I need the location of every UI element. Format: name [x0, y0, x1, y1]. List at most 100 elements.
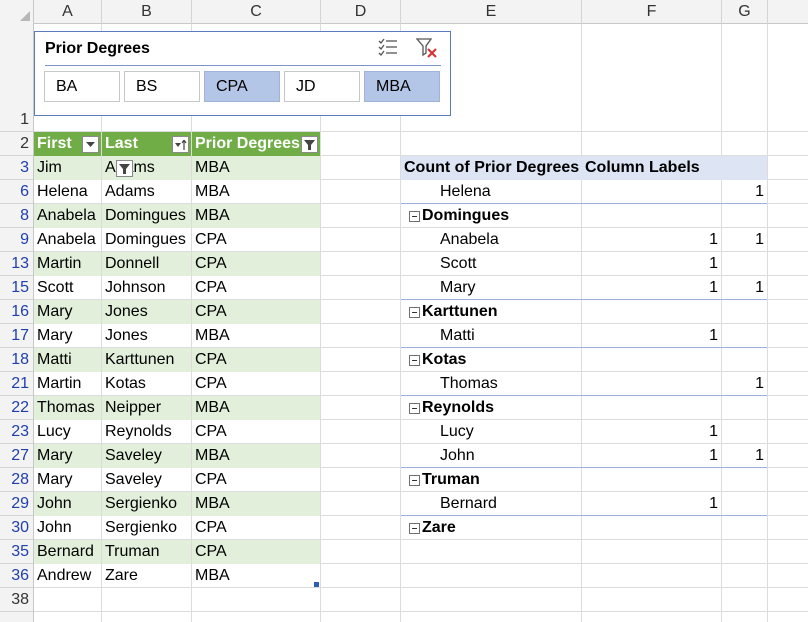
- table-cell[interactable]: MBA: [192, 444, 320, 468]
- pivot-value-g[interactable]: 1: [722, 228, 764, 252]
- row-header-8[interactable]: 8: [0, 204, 33, 228]
- pivot-value-g[interactable]: [722, 348, 764, 372]
- table-cell[interactable]: MBA: [192, 204, 320, 228]
- pivot-value-g[interactable]: [722, 324, 764, 348]
- collapse-icon[interactable]: [409, 523, 420, 534]
- table-cell[interactable]: Mary: [34, 300, 101, 324]
- table-cell[interactable]: Jones: [102, 324, 191, 348]
- row-header-3[interactable]: 3: [0, 156, 33, 180]
- pivot-item-label[interactable]: Thomas: [440, 372, 580, 396]
- row-header-36[interactable]: 36: [0, 564, 33, 588]
- table-cell[interactable]: Karttunen: [102, 348, 191, 372]
- pivot-value-g[interactable]: [722, 252, 764, 276]
- pivot-value-f[interactable]: [582, 396, 718, 420]
- pivot-value-f[interactable]: 1: [582, 252, 718, 276]
- table-cell[interactable]: Martin: [34, 372, 101, 396]
- pivot-item-label[interactable]: Bernard: [440, 492, 580, 516]
- table-cell[interactable]: Helena: [34, 180, 101, 204]
- collapse-icon[interactable]: [409, 211, 420, 222]
- row-header-17[interactable]: 17: [0, 324, 33, 348]
- row-header-15[interactable]: 15: [0, 276, 33, 300]
- row-header-21[interactable]: 21: [0, 372, 33, 396]
- pivot-value-g[interactable]: [722, 420, 764, 444]
- pivot-value-g[interactable]: [722, 492, 764, 516]
- table-cell[interactable]: MBA: [192, 324, 320, 348]
- row-header-35[interactable]: 35: [0, 540, 33, 564]
- table-cell[interactable]: Zare: [102, 564, 191, 588]
- pivot-value-f[interactable]: 1: [582, 276, 718, 300]
- table-header-last[interactable]: Last: [102, 132, 191, 156]
- table-cell[interactable]: CPA: [192, 300, 320, 324]
- multi-select-icon[interactable]: [378, 38, 398, 61]
- table-cell[interactable]: Saveley: [102, 444, 191, 468]
- filter-applied-icon[interactable]: [301, 136, 318, 153]
- table-cell[interactable]: Truman: [102, 540, 191, 564]
- collapse-icon[interactable]: [409, 475, 420, 486]
- table-cell[interactable]: MBA: [192, 564, 320, 588]
- pivot-value-f[interactable]: 1: [582, 420, 718, 444]
- column-header-c[interactable]: C: [192, 0, 321, 24]
- table-cell[interactable]: MBA: [192, 492, 320, 516]
- slicer-item-bs[interactable]: BS: [124, 71, 200, 102]
- pivot-value-g[interactable]: 1: [722, 180, 764, 204]
- pivot-item-label[interactable]: Lucy: [440, 420, 580, 444]
- table-cell[interactable]: Johnson: [102, 276, 191, 300]
- table-cell[interactable]: Scott: [34, 276, 101, 300]
- table-cell[interactable]: Bernard: [34, 540, 101, 564]
- table-cell[interactable]: MBA: [192, 180, 320, 204]
- pivot-value-f[interactable]: 1: [582, 444, 718, 468]
- table-cell[interactable]: Sergienko: [102, 516, 191, 540]
- pivot-item-label[interactable]: John: [440, 444, 580, 468]
- collapse-icon[interactable]: [409, 307, 420, 318]
- table-cell[interactable]: Saveley: [102, 468, 191, 492]
- table-cell[interactable]: MBA: [192, 396, 320, 420]
- filter-applied-icon[interactable]: [116, 160, 133, 177]
- collapse-icon[interactable]: [409, 355, 420, 366]
- slicer-item-jd[interactable]: JD: [284, 71, 360, 102]
- column-header-g[interactable]: G: [722, 0, 768, 24]
- pivot-value-g[interactable]: [722, 396, 764, 420]
- row-header-22[interactable]: 22: [0, 396, 33, 420]
- column-header-e[interactable]: E: [401, 0, 582, 24]
- table-cell[interactable]: Adams: [102, 180, 191, 204]
- table-cell[interactable]: Martin: [34, 252, 101, 276]
- pivot-column-labels[interactable]: Column Labels: [585, 156, 725, 180]
- table-header-first[interactable]: First: [34, 132, 101, 156]
- pivot-item-label[interactable]: Helena: [440, 180, 580, 204]
- pivot-item-label[interactable]: Scott: [440, 252, 580, 276]
- row-header-13[interactable]: 13: [0, 252, 33, 276]
- pivot-value-f[interactable]: [582, 516, 718, 540]
- row-header-9[interactable]: 9: [0, 228, 33, 252]
- table-cell[interactable]: Thomas: [34, 396, 101, 420]
- row-header-1[interactable]: 1: [0, 24, 33, 132]
- pivot-item-label[interactable]: Matti: [440, 324, 580, 348]
- slicer-prior-degrees[interactable]: Prior Degrees BA BS CPA JD MBA: [34, 31, 451, 116]
- row-header-23[interactable]: 23: [0, 420, 33, 444]
- table-cell[interactable]: Sergienko: [102, 492, 191, 516]
- pivot-value-f[interactable]: [582, 468, 718, 492]
- slicer-item-mba[interactable]: MBA: [364, 71, 440, 102]
- pivot-group-label[interactable]: Truman: [422, 468, 582, 492]
- table-cell[interactable]: CPA: [192, 420, 320, 444]
- pivot-value-f[interactable]: 1: [582, 228, 718, 252]
- table-cell[interactable]: Mary: [34, 468, 101, 492]
- row-header-18[interactable]: 18: [0, 348, 33, 372]
- row-header-27[interactable]: 27: [0, 444, 33, 468]
- row-header-16[interactable]: 16: [0, 300, 33, 324]
- table-cell[interactable]: Reynolds: [102, 420, 191, 444]
- pivot-group-label[interactable]: Zare: [422, 516, 582, 540]
- table-cell[interactable]: Domingues: [102, 204, 191, 228]
- pivot-value-g[interactable]: [722, 516, 764, 540]
- table-cell[interactable]: Donnell: [102, 252, 191, 276]
- table-cell[interactable]: CPA: [192, 540, 320, 564]
- sort-ascending-icon[interactable]: [172, 136, 189, 153]
- pivot-item-label[interactable]: Anabela: [440, 228, 580, 252]
- table-cell[interactable]: Kotas: [102, 372, 191, 396]
- pivot-value-g[interactable]: 1: [722, 276, 764, 300]
- pivot-item-label[interactable]: Mary: [440, 276, 580, 300]
- pivot-value-f[interactable]: [582, 300, 718, 324]
- pivot-group-label[interactable]: Reynolds: [422, 396, 582, 420]
- row-header-38[interactable]: 38: [0, 588, 33, 612]
- table-cell[interactable]: Mary: [34, 324, 101, 348]
- pivot-value-g[interactable]: 1: [722, 444, 764, 468]
